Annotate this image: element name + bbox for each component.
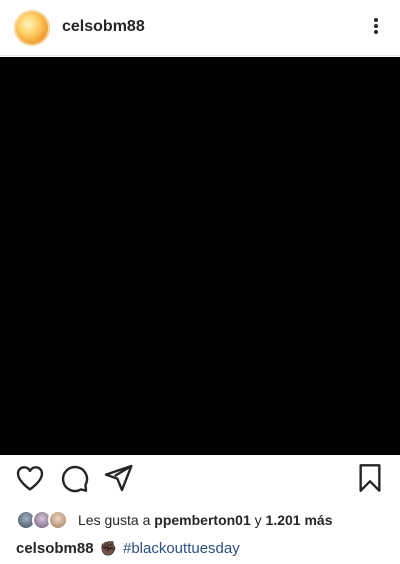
post-image[interactable] [0,57,400,455]
action-bar [0,462,400,502]
others-likes-link[interactable]: 1.201 más [266,512,333,528]
caption: celsobm88 ✊🏿 #blackouttuesday [16,537,386,559]
avatar[interactable] [14,10,50,46]
likes-row[interactable]: Les gusta a ppemberton01 y 1.201 más [16,509,386,531]
likes-prefix: Les gusta a [78,512,151,528]
post-username[interactable]: celsobm88 [62,18,145,36]
first-liker-link[interactable]: ppemberton01 [154,512,250,528]
caption-username[interactable]: celsobm88 [16,540,94,557]
liker-avatar[interactable] [48,510,68,530]
raised-fist-emoji: ✊🏿 [99,539,117,556]
more-vertical-icon[interactable] [370,16,382,40]
comment-icon[interactable] [58,462,90,494]
heart-icon[interactable] [14,462,46,494]
share-icon[interactable] [102,462,134,494]
liker-avatars[interactable] [16,510,72,530]
likes-connector: y [254,512,262,528]
bookmark-icon[interactable] [354,462,386,494]
hashtag-link[interactable]: #blackouttuesday [123,540,240,557]
post-header: celsobm88 [0,0,400,56]
likes-text: Les gusta a ppemberton01 y 1.201 más [78,512,332,528]
